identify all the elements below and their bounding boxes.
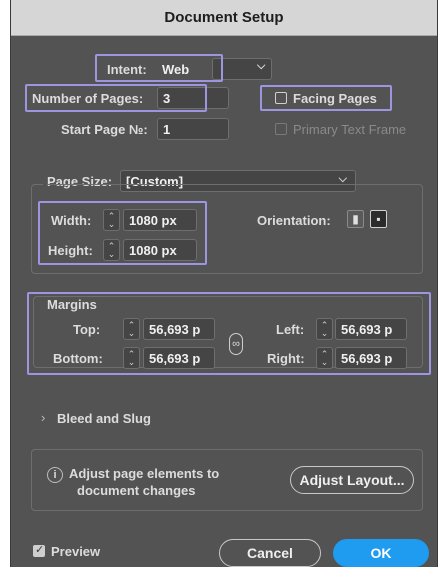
width-input[interactable]: 1080 px (123, 209, 197, 231)
left-input[interactable]: 56,693 p (335, 318, 407, 340)
right-stepper[interactable]: ⌃ ⌄ (316, 347, 333, 369)
dialog-title: Document Setup (11, 0, 437, 36)
number-of-pages-label: Number of Pages: (32, 91, 144, 106)
top-stepper[interactable]: ⌃ ⌄ (123, 318, 140, 340)
adjust-text-line2: document changes (77, 483, 196, 498)
width-label: Width: (51, 213, 92, 228)
facing-pages-label[interactable]: Facing Pages (293, 91, 377, 106)
intent-label: Intent: (107, 62, 147, 77)
preview-checkbox[interactable] (33, 543, 45, 557)
groupbox-gap (43, 174, 47, 188)
page-size-group (31, 184, 423, 274)
intent-value: Web (162, 61, 190, 77)
landscape-icon[interactable]: ▪ (370, 210, 387, 228)
chevron-down-icon: ⌵ (257, 60, 266, 72)
right-label: Right: (267, 351, 305, 366)
height-stepper[interactable]: ⌃ ⌄ (103, 239, 120, 261)
right-input[interactable]: 56,693 p (335, 347, 407, 369)
left-stepper[interactable]: ⌃ ⌄ (316, 318, 333, 340)
width-stepper[interactable]: ⌃ ⌄ (103, 209, 120, 231)
link-icon[interactable]: ∞ (229, 333, 243, 355)
bottom-input[interactable]: 56,693 p (143, 347, 215, 369)
start-page-input[interactable]: 1 (157, 118, 229, 140)
ok-button[interactable]: OK (333, 539, 429, 567)
info-icon: i (47, 467, 63, 483)
facing-pages-checkbox[interactable] (275, 92, 287, 104)
preview-label[interactable]: Preview (51, 544, 100, 559)
left-label: Left: (276, 322, 305, 337)
primary-text-frame-checkbox[interactable] (275, 123, 287, 135)
cancel-button[interactable]: Cancel (219, 539, 321, 567)
height-input[interactable]: 1080 px (123, 239, 197, 261)
bottom-stepper[interactable]: ⌃ ⌄ (123, 347, 140, 369)
top-input[interactable]: 56,693 p (143, 318, 215, 340)
document-setup-dialog: Document Setup Intent: Web ⌵ ⌵ Number of… (10, 0, 438, 567)
orientation-label: Orientation: (257, 213, 331, 228)
top-label: Top: (73, 322, 101, 337)
start-page-label: Start Page №: (61, 122, 148, 137)
chevron-right-icon[interactable]: › (41, 410, 45, 425)
number-of-pages-input[interactable]: 3 (157, 87, 229, 109)
margins-title: Margins (45, 297, 99, 312)
primary-text-frame-label: Primary Text Frame (293, 122, 407, 137)
bleed-slug-toggle[interactable]: Bleed and Slug (57, 411, 151, 426)
adjust-layout-button[interactable]: Adjust Layout... (290, 466, 414, 494)
adjust-text-line1: Adjust page elements to (69, 466, 220, 481)
bottom-label: Bottom: (53, 351, 103, 366)
portrait-icon[interactable]: ▮ (347, 210, 364, 228)
height-label: Height: (48, 243, 93, 258)
